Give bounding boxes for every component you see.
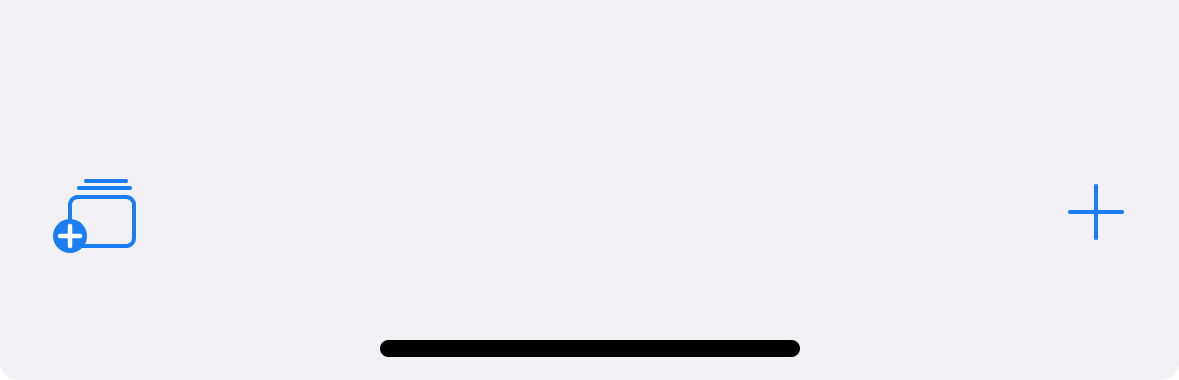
bottom-toolbar [0,0,1179,380]
new-tab-group-icon [53,179,136,253]
plus-icon [1068,184,1124,240]
new-tab-group-button[interactable] [52,174,140,254]
home-indicator [380,340,800,357]
add-button[interactable] [1066,182,1126,242]
